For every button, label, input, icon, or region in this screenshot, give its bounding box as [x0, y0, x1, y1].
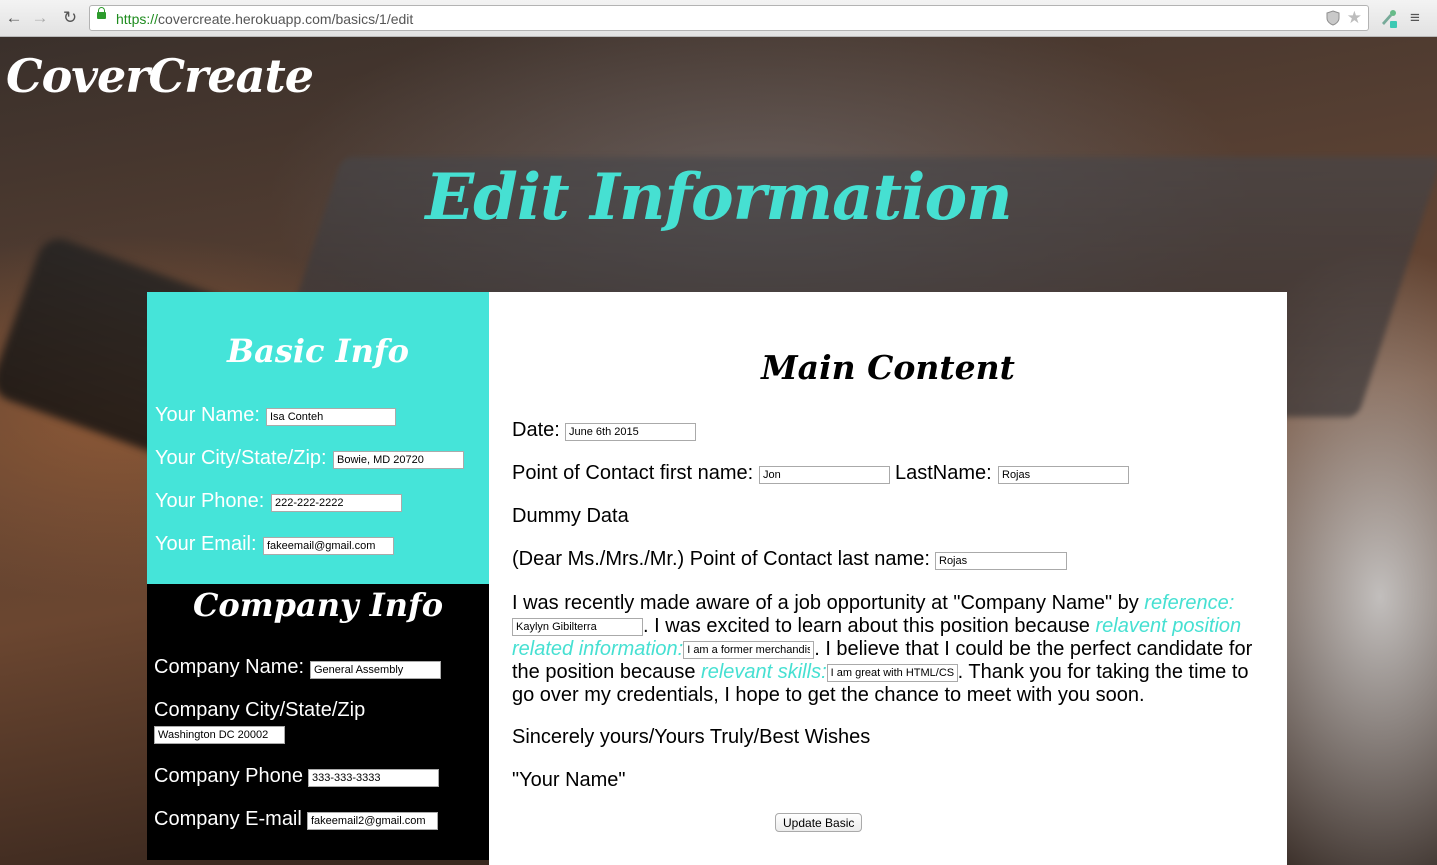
basic-info-title: Basic Info: [227, 332, 409, 370]
company-email-input[interactable]: [307, 812, 438, 830]
lock-icon: [97, 7, 106, 19]
company-name-label: Company Name:: [154, 656, 305, 678]
page-title: Edit Information: [425, 160, 1012, 235]
shield-icon[interactable]: [1326, 10, 1340, 26]
reference-label: reference:: [1144, 592, 1235, 614]
company-info-panel: Company Info Company Name: Company City/…: [147, 584, 489, 860]
url-scheme: https://: [116, 11, 159, 27]
your-email-input[interactable]: [263, 537, 394, 555]
your-name-label: Your Name:: [155, 404, 260, 426]
contact-first-name-input[interactable]: [759, 466, 890, 484]
your-city-input[interactable]: [333, 451, 464, 469]
paragraph-text-1: I was recently made aware of a job oppor…: [512, 592, 1145, 614]
your-city-label: Your City/State/Zip:: [155, 447, 327, 469]
your-phone-label: Your Phone:: [155, 490, 265, 512]
main-content-title: Main Content: [761, 348, 1015, 387]
site-logo[interactable]: CoverCreate: [6, 48, 314, 104]
contact-last-name-input[interactable]: [998, 466, 1129, 484]
dummy-data-text: Dummy Data: [512, 505, 629, 527]
update-basic-button[interactable]: Update Basic: [775, 813, 863, 832]
dear-contact-input[interactable]: [935, 552, 1067, 570]
skills-input[interactable]: [826, 663, 958, 682]
skills-label: relevant skills:: [701, 661, 827, 683]
browser-toolbar: ← → ↻ https://covercreate.herokuapp.com/…: [0, 0, 1437, 37]
your-email-label: Your Email:: [155, 533, 257, 555]
date-label: Date:: [512, 419, 560, 441]
your-phone-input[interactable]: [271, 494, 402, 512]
hamburger-menu-icon[interactable]: ≡: [1410, 8, 1428, 28]
basic-info-panel: Basic Info Your Name: Your City/State/Zi…: [147, 292, 489, 584]
url-path: covercreate.herokuapp.com/basics/1/edit: [158, 11, 414, 27]
reload-icon[interactable]: ↻: [60, 8, 80, 28]
paragraph-text-2: . I was excited to learn about this posi…: [643, 615, 1096, 637]
signature-text: "Your Name": [512, 769, 626, 791]
address-bar[interactable]: https://covercreate.herokuapp.com/basics…: [89, 5, 1369, 31]
url-text[interactable]: https://covercreate.herokuapp.com/basics…: [116, 11, 413, 27]
reference-input[interactable]: [512, 617, 643, 636]
company-email-label: Company E-mail: [154, 808, 302, 830]
forward-arrow-icon[interactable]: →: [30, 8, 50, 28]
company-city-input[interactable]: [154, 726, 285, 744]
company-phone-input[interactable]: [308, 769, 439, 787]
company-info-title: Company Info: [192, 586, 444, 624]
company-phone-label: Company Phone: [154, 765, 303, 787]
cover-letter-paragraph: I was recently made aware of a job oppor…: [512, 592, 1264, 707]
eyedropper-extension-icon[interactable]: [1379, 8, 1397, 28]
position-info-input[interactable]: [683, 640, 815, 659]
closing-text: Sincerely yours/Yours Truly/Best Wishes: [512, 726, 871, 748]
your-name-input[interactable]: [266, 408, 396, 426]
dear-contact-label: (Dear Ms./Mrs./Mr.) Point of Contact las…: [512, 548, 930, 570]
contact-last-name-label: LastName:: [895, 462, 992, 484]
company-name-input[interactable]: [310, 661, 441, 679]
contact-first-name-label: Point of Contact first name:: [512, 462, 754, 484]
date-input[interactable]: [565, 423, 696, 441]
back-arrow-icon[interactable]: ←: [4, 8, 24, 28]
company-city-label: Company City/State/Zip: [154, 699, 366, 721]
main-content-panel: Main Content Date: Point of Contact firs…: [489, 292, 1287, 865]
bookmark-star-icon[interactable]: ★: [1347, 8, 1362, 28]
